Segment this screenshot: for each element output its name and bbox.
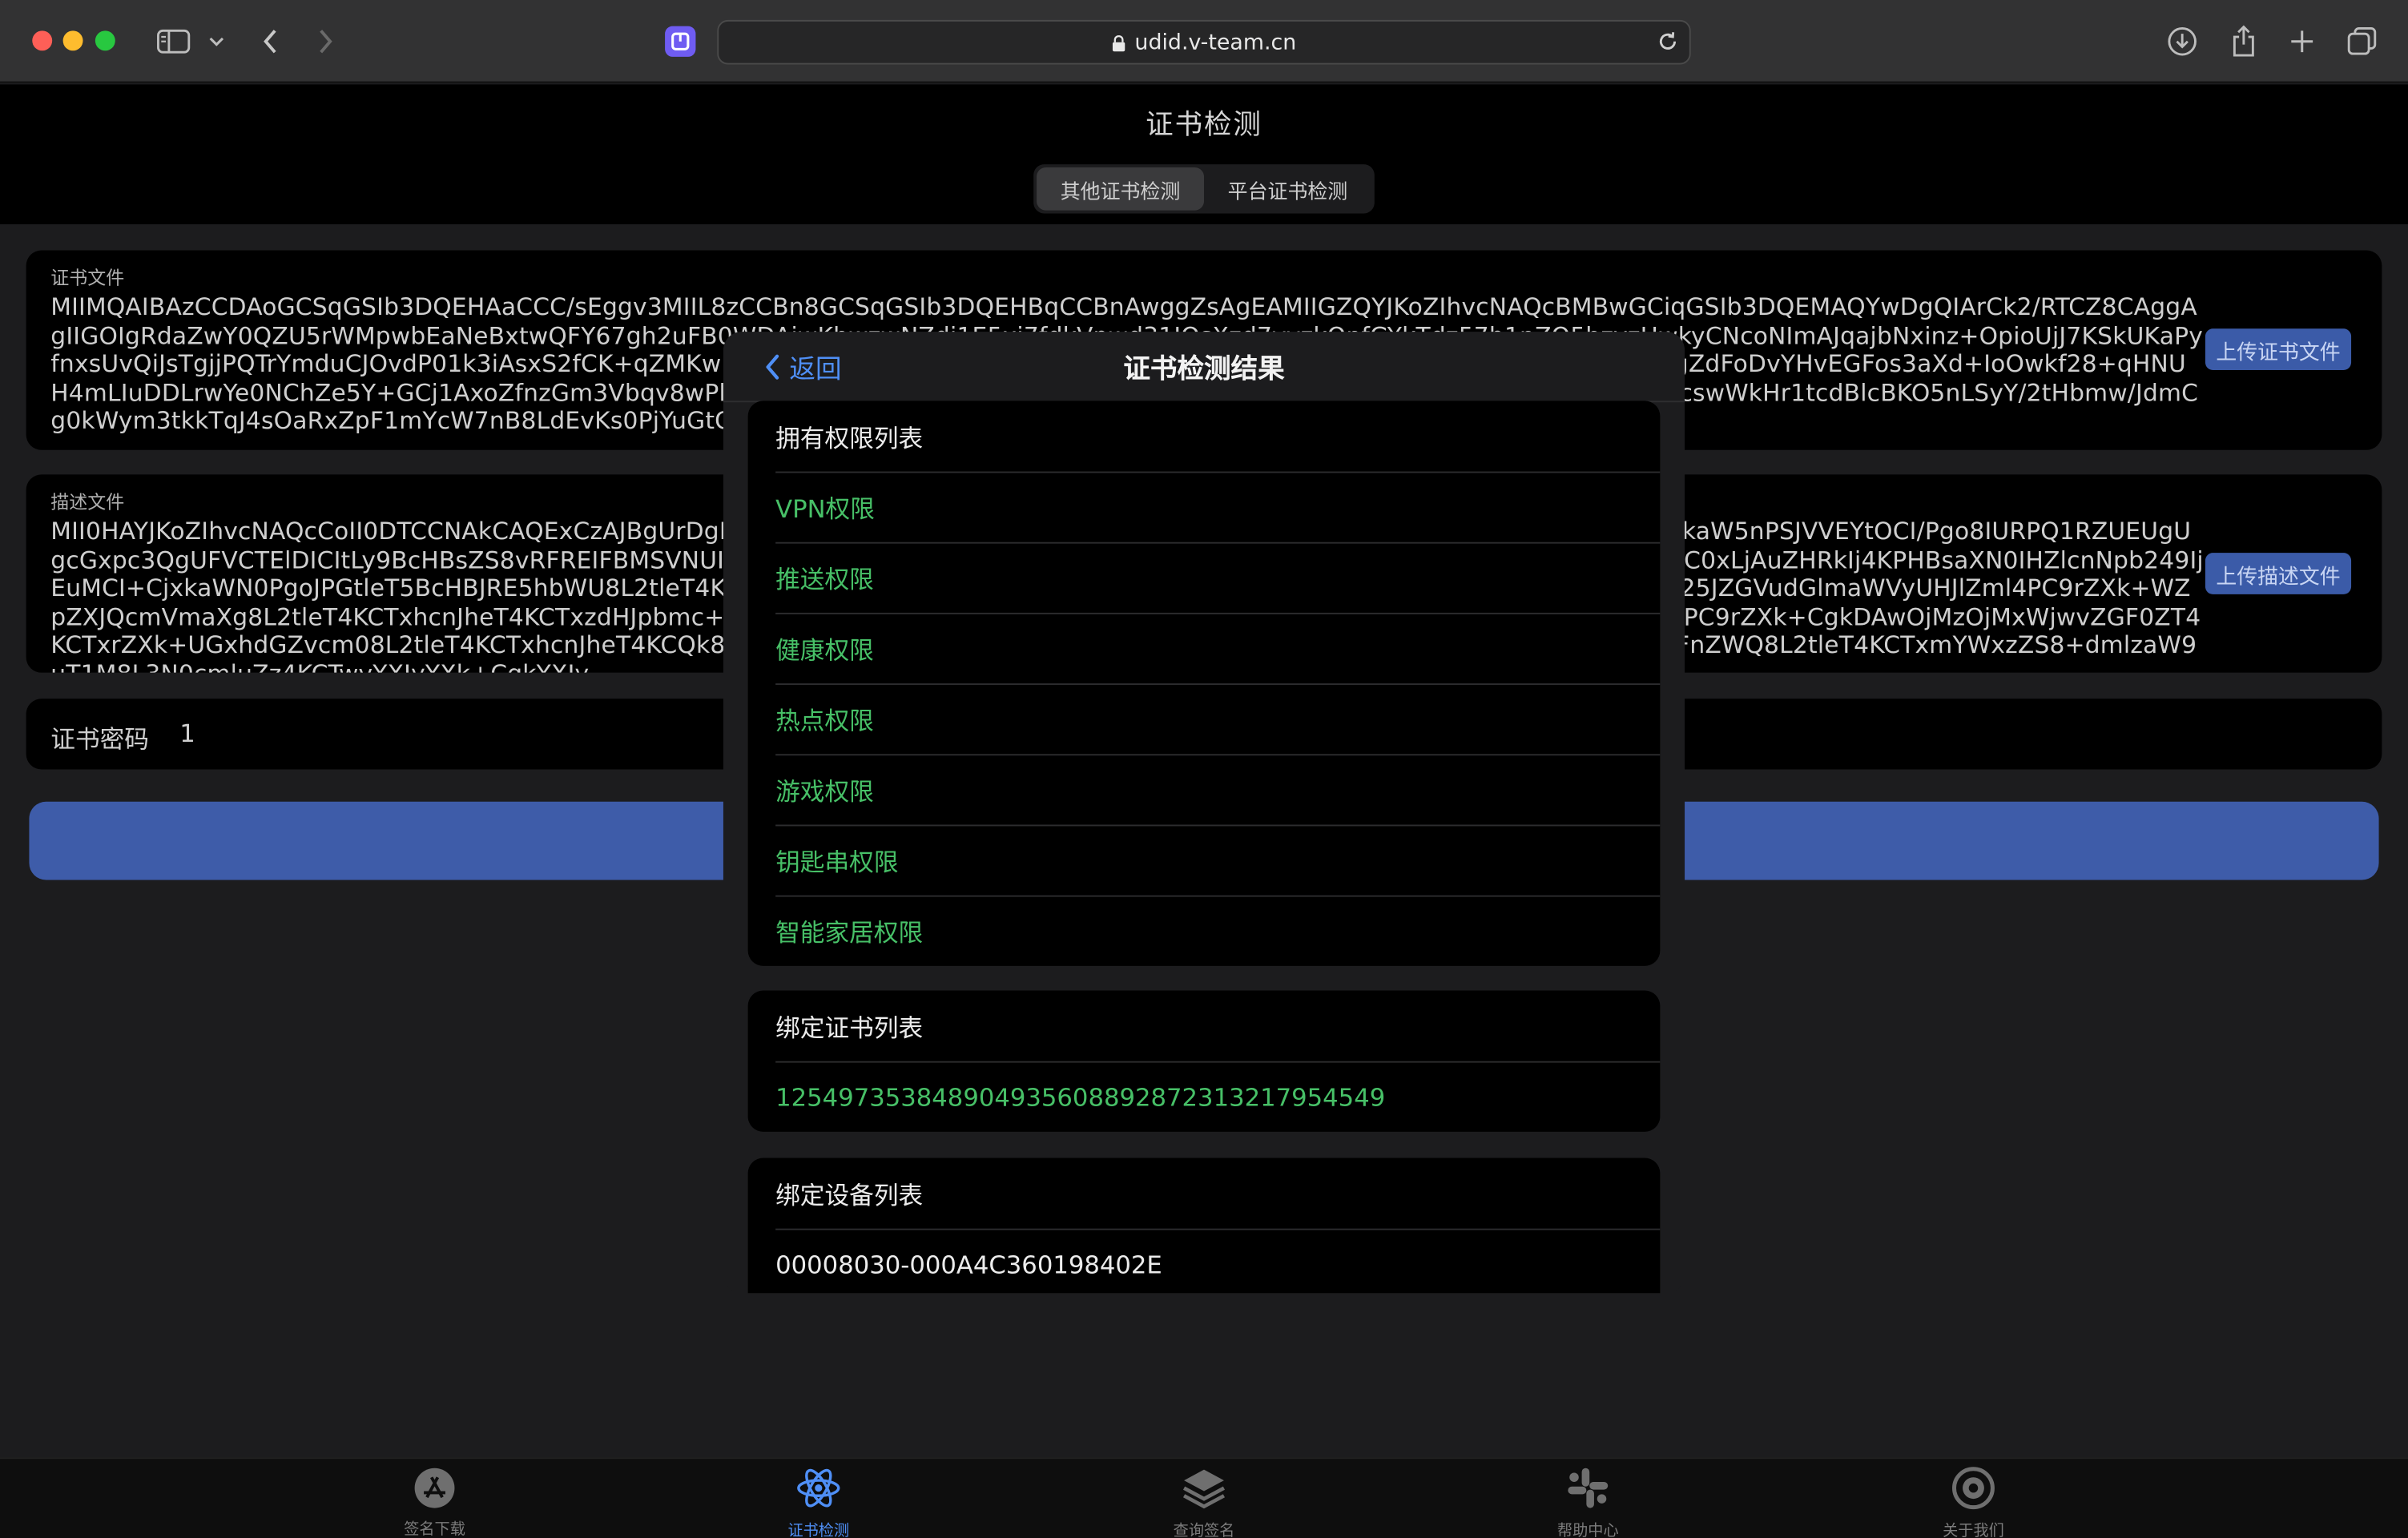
bound-certs-header: 绑定证书列表 xyxy=(775,1013,924,1043)
segmented-control: 其他证书检测 平台证书检测 xyxy=(1033,164,1375,214)
chevron-down-icon[interactable] xyxy=(206,22,228,62)
profile-file-label: 描述文件 xyxy=(50,491,125,513)
page-header: 证书检测 其他证书检测 平台证书检测 xyxy=(0,84,2408,224)
tab-about-us[interactable]: 关于我们 xyxy=(1866,1465,2080,1538)
tab-label: 签名下载 xyxy=(404,1521,465,1538)
browser-toolbar: udid.v-team.cn xyxy=(0,0,2408,83)
permission-item: 智能家居权限 xyxy=(748,895,1661,966)
modal-title: 证书检测结果 xyxy=(1123,354,1285,386)
password-input[interactable]: 1 xyxy=(179,719,195,747)
bound-device-item: 00008030-000A4C360198402E xyxy=(748,1228,1661,1294)
minimize-window-button[interactable] xyxy=(62,30,83,51)
reload-icon[interactable] xyxy=(1657,30,1679,58)
url-text: udid.v-team.cn xyxy=(1134,30,1297,55)
upload-cert-button[interactable]: 上传证书文件 xyxy=(2205,328,2352,371)
back-arrow-icon[interactable] xyxy=(258,22,283,62)
close-window-button[interactable] xyxy=(32,30,53,51)
lock-icon xyxy=(1112,34,1125,52)
target-icon xyxy=(1951,1465,1997,1512)
bound-devices-group: 绑定设备列表 00008030-000A4C360198402E xyxy=(747,1158,1661,1294)
tab-sign-download[interactable]: 签名下载 xyxy=(327,1465,542,1538)
tab-label: 证书检测 xyxy=(787,1523,850,1538)
tab-cert-check[interactable]: 证书检测 xyxy=(711,1465,926,1538)
modal-nav-bar: 返回 证书检测结果 xyxy=(723,332,1685,403)
permission-item: VPN权限 xyxy=(748,471,1661,542)
zoom-window-button[interactable] xyxy=(95,30,115,51)
extension-icon[interactable] xyxy=(665,26,696,57)
tab-help-center[interactable]: 帮助中心 xyxy=(1480,1465,1695,1538)
permission-item: 推送权限 xyxy=(748,542,1661,613)
upload-profile-button[interactable]: 上传描述文件 xyxy=(2205,553,2352,594)
tab-platform-cert-check[interactable]: 平台证书检测 xyxy=(1204,167,1371,211)
screen: udid.v-team.cn 证书检测 其他证书检测 平台证书检测 证书文件 M… xyxy=(0,0,2408,1538)
result-modal: 返回 证书检测结果 拥有权限列表 VPN权限 推送权限 健康权限 热点权限 游戏… xyxy=(723,332,1685,1294)
password-label: 证书密码 xyxy=(50,724,149,755)
app-store-icon xyxy=(412,1465,458,1510)
share-icon[interactable] xyxy=(2229,22,2259,62)
tab-overview-icon[interactable] xyxy=(2345,22,2378,62)
permission-item: 游戏权限 xyxy=(748,754,1661,824)
bound-cert-item: 125497353848904935608892872313217954549 xyxy=(748,1061,1661,1132)
download-icon[interactable] xyxy=(2165,22,2199,62)
new-tab-icon[interactable] xyxy=(2287,22,2317,62)
tab-label: 帮助中心 xyxy=(1556,1523,1619,1538)
tab-query-signature[interactable]: 查询签名 xyxy=(1097,1465,1311,1538)
atom-icon xyxy=(795,1465,842,1512)
bottom-tab-bar: 签名下载 证书检测 查询签名 帮助中心 关于我们 xyxy=(0,1457,2408,1538)
layers-icon xyxy=(1181,1465,1227,1512)
slack-icon xyxy=(1565,1465,1612,1512)
bound-certs-group: 绑定证书列表 125497353848904935608892872313217… xyxy=(747,990,1661,1132)
forward-arrow-icon[interactable] xyxy=(313,22,338,62)
permission-item: 热点权限 xyxy=(748,683,1661,754)
cert-file-label: 证书文件 xyxy=(50,267,125,289)
bound-devices-header: 绑定设备列表 xyxy=(775,1181,924,1210)
tab-other-cert-check[interactable]: 其他证书检测 xyxy=(1037,167,1205,211)
address-bar[interactable]: udid.v-team.cn xyxy=(717,19,1691,65)
tab-label: 查询签名 xyxy=(1173,1523,1235,1538)
tab-label: 关于我们 xyxy=(1943,1523,2004,1538)
page-title: 证书检测 xyxy=(1146,109,1262,142)
permission-item: 健康权限 xyxy=(748,612,1661,683)
permissions-group: 拥有权限列表 VPN权限 推送权限 健康权限 热点权限 游戏权限 钥匙串权限 智… xyxy=(747,401,1661,966)
sidebar-toggle-icon[interactable] xyxy=(155,22,192,62)
permission-item: 钥匙串权限 xyxy=(748,824,1661,895)
permissions-header: 拥有权限列表 xyxy=(775,424,924,453)
